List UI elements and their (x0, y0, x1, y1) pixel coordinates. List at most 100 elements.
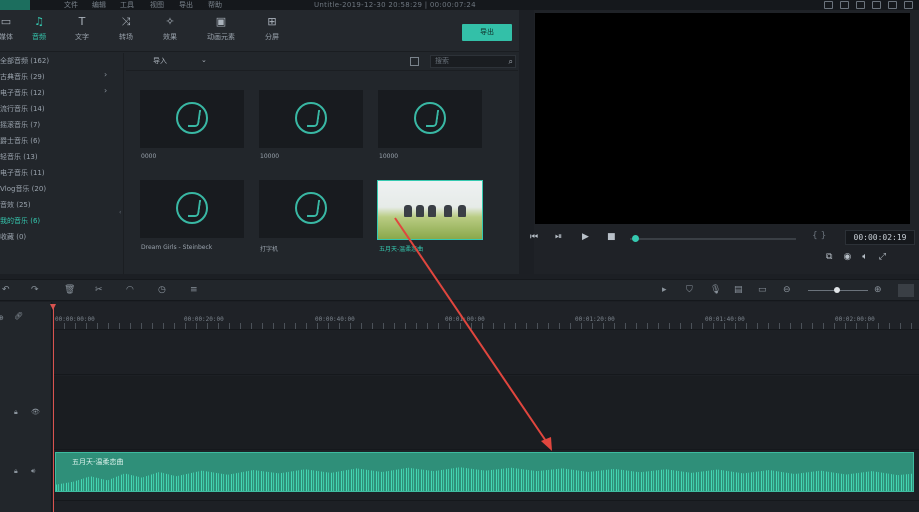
play-icon[interactable]: ▶ (582, 232, 589, 242)
undo-icon[interactable]: ↶ (2, 285, 10, 295)
close-icon[interactable] (904, 1, 913, 9)
timecode-display: 00:00:02:19 (845, 230, 915, 245)
tab-elements[interactable]: ▣ 动画元素 (197, 16, 245, 42)
sidebar-item-rock[interactable]: 摇滚音乐 (7) (0, 120, 40, 130)
media-library-panel: ▭ 媒体 ♫ 音频 T 文字 ⤨ 转场 ✧ 效果 ▣ 动画元素 ⊞ 分屏 导出 全部音频 (1… (0, 10, 519, 274)
minimize-icon[interactable] (872, 1, 881, 9)
menu-file[interactable]: 文件 (64, 0, 78, 10)
import-dropdown[interactable]: 导入 ⌄ (153, 56, 207, 66)
tab-transition[interactable]: ⤨ 转场 (102, 16, 150, 42)
volume-icon[interactable]: 🔈︎ (862, 252, 867, 262)
audio-clip-label: 五月天-温柔恋曲 (72, 458, 124, 466)
account-icon[interactable] (824, 1, 833, 9)
sidebar-item-jazz[interactable]: 爵士音乐 (6) (0, 136, 40, 146)
voiceover-icon[interactable]: ▤ (734, 285, 743, 295)
media-item-label: 0000 (141, 153, 157, 160)
audio-clip[interactable]: 五月天-温柔恋曲 (55, 452, 914, 492)
sidebar-item-favorites[interactable]: 收藏 (0) (0, 232, 26, 242)
chevron-right-icon[interactable]: › (104, 86, 107, 95)
microphone-icon[interactable]: 🎙︎ (710, 285, 721, 295)
music-note-icon (176, 192, 208, 224)
timeline-ruler[interactable]: 00:00:00:00 00:00:20:00 00:00:40:00 00:0… (53, 302, 919, 330)
music-note-icon (414, 102, 446, 134)
mark-in-out-icon[interactable]: { } (812, 231, 826, 241)
marker-icon[interactable]: ⛉ (686, 285, 693, 295)
collapse-sidebar-icon[interactable]: ‹ (119, 209, 121, 216)
render-icon[interactable]: ▸ (662, 285, 667, 295)
media-item-video-thumbnail[interactable] (377, 180, 483, 240)
menu-edit[interactable]: 编辑 (92, 0, 106, 10)
media-item[interactable] (140, 90, 244, 148)
lock-icon[interactable]: 🔒︎ (14, 467, 18, 476)
video-track-empty[interactable] (53, 331, 919, 375)
eye-icon[interactable]: 👁︎ (31, 408, 40, 416)
video-track[interactable] (53, 376, 919, 450)
media-item[interactable] (378, 90, 482, 148)
media-icon: ▭ (0, 15, 12, 28)
sidebar-item-all[interactable]: 全部音频 (162) (0, 56, 49, 66)
category-sidebar: 全部音频 (162) 古典音乐 (29) › 电子音乐 (12) › 流行音乐 … (0, 53, 124, 274)
playhead[interactable] (53, 304, 54, 512)
menu-help[interactable]: 帮助 (208, 0, 222, 10)
snapshot-icon[interactable]: ◉ (843, 252, 851, 262)
menu-export[interactable]: 导出 (179, 0, 193, 10)
sidebar-item-pop[interactable]: 流行音乐 (14) (0, 104, 45, 114)
media-item[interactable] (259, 90, 363, 148)
scrubber-knob[interactable] (631, 235, 639, 242)
search-input[interactable]: 搜索 ⌕ (430, 55, 516, 68)
preview-panel: ⏮ ⏯ ▶ ■ { } 00:00:02:19 ⧉ ◉ 🔈︎ ⤢ (530, 10, 919, 274)
sidebar-item-my-music[interactable]: 我的音乐 (6) (0, 216, 40, 226)
stop-icon[interactable]: ■ (607, 232, 616, 242)
mail-icon[interactable] (856, 1, 865, 9)
menu-tools[interactable]: 工具 (120, 0, 134, 10)
thumbnail-figure (444, 205, 452, 217)
tab-text[interactable]: T 文字 (58, 16, 106, 42)
step-back-icon[interactable]: ⏮ (530, 232, 538, 242)
speaker-icon[interactable]: 🔊︎ (31, 467, 35, 476)
redo-icon[interactable]: ↷ (31, 285, 39, 295)
sidebar-item-classical[interactable]: 古典音乐 (29) (0, 72, 45, 82)
menu-view[interactable]: 视图 (150, 0, 164, 10)
speed-icon[interactable]: ◠ (126, 285, 134, 295)
lock-icon[interactable]: 🔒︎ (14, 408, 18, 417)
zoom-out-icon[interactable]: ⊖ (783, 285, 791, 295)
elements-icon: ▣ (215, 15, 227, 28)
music-note-icon (295, 102, 327, 134)
tab-audio[interactable]: ♫ 音频 (15, 16, 63, 42)
chevron-right-icon[interactable]: › (104, 70, 107, 79)
display-settings-icon[interactable]: ⧉ (826, 252, 832, 262)
delete-icon[interactable]: 🗑︎ (64, 285, 75, 295)
notification-icon[interactable] (840, 1, 849, 9)
link-icon[interactable]: 🔗︎ (14, 312, 23, 320)
window-title: Untitle-2019-12-30 20:58:29 | 00:00:07:2… (314, 1, 476, 9)
menu-bar: 文件 编辑 工具 视图 导出 帮助 Untitle-2019-12-30 20:… (0, 0, 919, 10)
add-track-icon[interactable]: ⊕ (0, 314, 4, 322)
subtitle-icon[interactable]: ▭ (758, 285, 767, 295)
media-item[interactable] (140, 180, 244, 238)
zoom-in-icon[interactable]: ⊕ (874, 285, 882, 295)
tab-effects[interactable]: ✧ 效果 (146, 16, 194, 42)
fullscreen-icon[interactable]: ⤢ (879, 252, 886, 262)
ruler-tick-marks (53, 323, 919, 329)
preview-scrubber[interactable] (630, 238, 796, 240)
sidebar-item-light[interactable]: 轻音乐 (13) (0, 152, 38, 162)
search-icon[interactable]: ⌕ (509, 56, 513, 67)
tab-split-screen[interactable]: ⊞ 分屏 (248, 16, 296, 42)
ruler-tick-label: 00:01:20:00 (575, 316, 615, 323)
sidebar-item-electronic[interactable]: 电子音乐 (12) (0, 88, 45, 98)
play-pause-icon[interactable]: ⏯ (555, 232, 562, 242)
thumbnail-figure (428, 205, 436, 217)
zoom-slider-knob[interactable] (834, 287, 840, 293)
category-tabs: ▭ 媒体 ♫ 音频 T 文字 ⤨ 转场 ✧ 效果 ▣ 动画元素 ⊞ 分屏 导出 (0, 10, 519, 52)
maximize-icon[interactable] (888, 1, 897, 9)
sidebar-item-electronic-2[interactable]: 电子音乐 (11) (0, 168, 45, 178)
export-button[interactable]: 导出 (462, 24, 512, 41)
sidebar-item-sfx[interactable]: 音效 (25) (0, 200, 31, 210)
adjust-icon[interactable]: ≡ (190, 285, 198, 295)
duration-icon[interactable]: ◷ (158, 285, 166, 295)
timeline-fit-button[interactable] (898, 284, 914, 297)
media-item[interactable] (259, 180, 363, 238)
cut-icon[interactable]: ✂ (95, 285, 103, 295)
grid-view-icon[interactable] (410, 57, 419, 66)
sidebar-item-vlog[interactable]: Vlog音乐 (20) (0, 184, 46, 194)
